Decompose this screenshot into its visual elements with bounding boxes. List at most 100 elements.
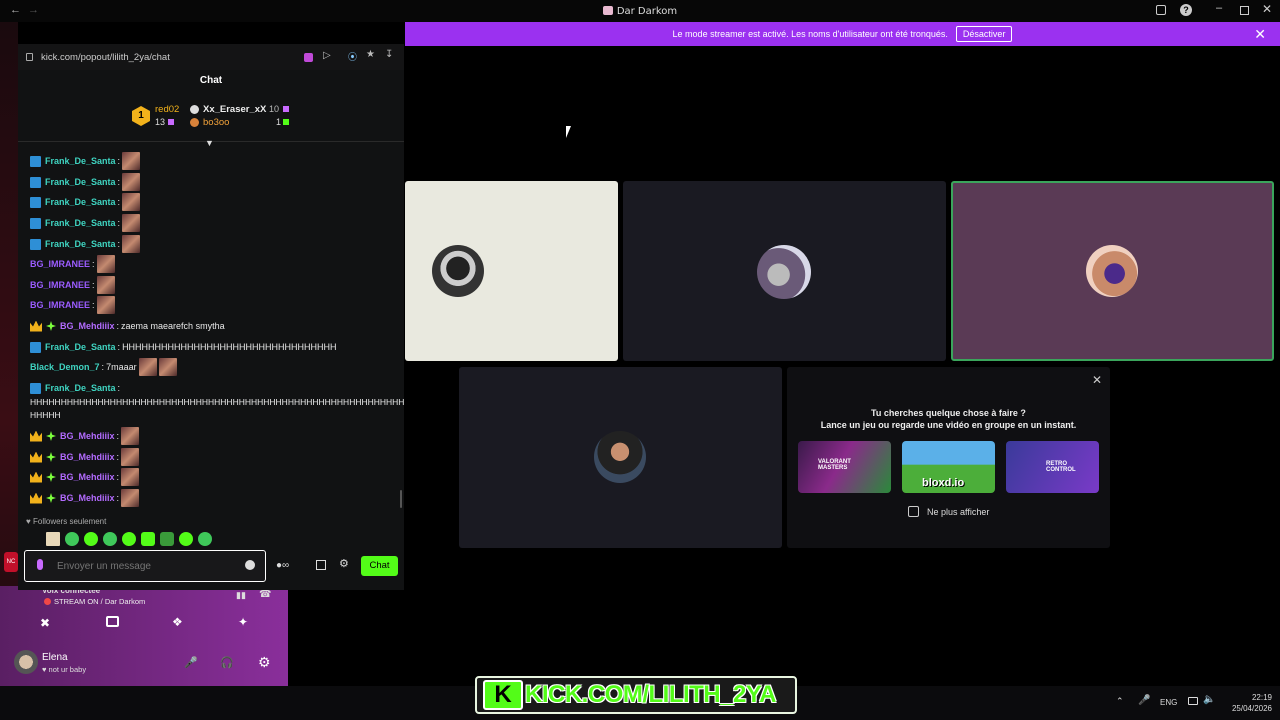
disconnect-icon[interactable]: ☎ <box>259 589 271 600</box>
dont-show-checkbox[interactable] <box>908 506 919 517</box>
message-input[interactable] <box>57 557 237 575</box>
participant-avatar <box>594 431 646 483</box>
chat-username[interactable]: BG_Mehdiiix <box>60 493 115 503</box>
chat-username[interactable]: BG_Mehdiiix <box>60 472 115 482</box>
user-name: Elena <box>42 652 68 663</box>
clock[interactable]: 22:19 25/04/2026 <box>1222 692 1272 714</box>
video-off-icon[interactable]: ✖ <box>40 616 50 630</box>
chat-username[interactable]: BG_Mehdiiix <box>60 321 115 331</box>
language-indicator[interactable]: ENG <box>1160 698 1177 707</box>
leaderboard-second-count: 10 <box>269 104 280 114</box>
activity-panel: ✕ Tu cherches quelque chose à faire ? La… <box>787 367 1110 548</box>
chat-message: BG_Mehdiiix: <box>30 427 140 445</box>
chat-username[interactable]: BG_IMRANEE <box>30 300 90 310</box>
emote-icon <box>96 296 115 314</box>
network-icon[interactable] <box>1188 697 1198 705</box>
maximize-icon[interactable] <box>1240 6 1249 15</box>
screen-share-icon[interactable] <box>106 616 119 627</box>
mic-tray-icon[interactable]: 🎤 <box>1138 695 1150 706</box>
activities-icon[interactable]: ❖ <box>172 615 183 629</box>
kick-logo-icon: K <box>483 680 523 710</box>
voice-channel[interactable]: STREAM ON / Dar Darkom <box>44 597 145 606</box>
game-card-bloxd[interactable]: bloxd.io <box>902 441 995 493</box>
mic-icon[interactable] <box>37 559 43 570</box>
close-activity-icon[interactable]: ✕ <box>1092 373 1102 387</box>
emote-icon[interactable] <box>179 532 193 546</box>
chat-text: HHHHHHHHHHHHHHHHHHHHHHHHHHHHHHHHHHHHHHHH… <box>30 397 404 407</box>
dont-show-row[interactable]: Ne plus afficher <box>908 506 989 517</box>
emote-icon[interactable] <box>103 532 117 546</box>
leaderboard-third-name: bo3oo <box>203 117 230 128</box>
headphones-icon[interactable]: 🎧 <box>220 656 234 669</box>
emote-icon <box>96 255 115 273</box>
address-bar[interactable]: kick.com/popout/lilith_2ya/chat ▷ ⦿ ★ ↧ <box>18 44 404 70</box>
emote-icon <box>122 235 141 253</box>
emote-icon[interactable] <box>141 532 155 546</box>
chat-username[interactable]: BG_Mehdiiix <box>60 431 115 441</box>
close-window-icon[interactable]: ✕ <box>1262 2 1272 16</box>
chevron-up-icon[interactable]: ⌃ <box>1116 696 1124 707</box>
video-tile-3-speaking[interactable] <box>951 181 1274 361</box>
mic-icon[interactable]: 🎤 <box>184 656 198 669</box>
disable-streamer-mode-button[interactable]: Désactiver <box>955 26 1013 42</box>
chat-username[interactable]: BG_IMRANEE <box>30 280 90 290</box>
emote-icon <box>96 276 115 294</box>
chat-username[interactable]: Frank_De_Santa <box>45 342 116 352</box>
minimize-icon[interactable]: – <box>1216 2 1222 14</box>
crown-badge-icon <box>30 430 42 442</box>
chat-username[interactable]: BG_Mehdiiix <box>60 452 115 462</box>
chat-username[interactable]: Frank_De_Santa <box>45 156 116 166</box>
play-icon[interactable]: ▷ <box>323 50 331 61</box>
download-icon[interactable]: ↧ <box>385 49 393 60</box>
shop-icon[interactable] <box>316 560 326 570</box>
emote-icon[interactable] <box>65 532 79 546</box>
chat-username[interactable]: Black_Demon_7 <box>30 362 100 372</box>
chat-username[interactable]: Frank_De_Santa <box>45 177 116 187</box>
inbox-icon[interactable] <box>1156 5 1166 15</box>
emote-icon[interactable] <box>122 532 136 546</box>
help-icon[interactable]: ? <box>1180 4 1192 16</box>
game-card-valorant[interactable]: VALORANT MASTERS <box>798 441 891 493</box>
broadcast-icon[interactable]: ⦿ <box>348 50 357 63</box>
chat-settings-icon[interactable]: ⚙ <box>339 557 349 570</box>
emote-icon <box>122 152 141 170</box>
followers-only-text: Followers seulement <box>32 517 107 526</box>
kick-points-icon[interactable]: ●∞ <box>276 560 289 571</box>
emote-icon[interactable] <box>198 532 212 546</box>
emote-icon[interactable] <box>84 532 98 546</box>
extensions-icon[interactable]: ★ <box>366 49 375 60</box>
chat-scrollbar[interactable] <box>400 490 402 508</box>
window-title: Dar Darkom <box>616 5 678 17</box>
chat-username[interactable]: Frank_De_Santa <box>45 218 116 228</box>
send-chat-button[interactable]: Chat <box>361 556 398 576</box>
followers-only-notice: ♥ Followers seulement <box>26 517 107 526</box>
sparkle-badge-icon <box>46 452 56 462</box>
chat-message: Frank_De_Santa: HHHHHHHHHHHHHHHHHHHHHHHH… <box>30 338 337 356</box>
live-dot-icon <box>44 598 51 605</box>
chat-text: HHHHHHHHHHHHHHHHHHHHHHHHHHHHHHHHH <box>122 342 337 352</box>
chat-username[interactable]: Frank_De_Santa <box>45 383 116 393</box>
chat-username[interactable]: BG_IMRANEE <box>30 259 90 269</box>
chat-message: Frank_De_Santa: <box>30 235 141 253</box>
emoji-icon[interactable] <box>245 560 255 570</box>
activity-title-line2: Lance un jeu ou regarde une vidéo en gro… <box>820 420 1077 430</box>
settings-gear-icon[interactable]: ⚙ <box>258 654 271 671</box>
game-card-retro[interactable]: RETRO CONTROL <box>1006 441 1099 493</box>
user-avatar[interactable] <box>14 650 38 674</box>
server-icon <box>602 5 613 15</box>
participant-avatar <box>757 245 811 299</box>
close-banner-icon[interactable]: ✕ <box>1254 26 1266 43</box>
emote-icon[interactable] <box>160 532 174 546</box>
video-tile-2[interactable] <box>623 181 946 361</box>
chat-username[interactable]: Frank_De_Santa <box>45 197 116 207</box>
soundboard-icon[interactable]: ✦ <box>238 615 248 629</box>
chat-username[interactable]: Frank_De_Santa <box>45 239 116 249</box>
video-tile-1[interactable] <box>405 181 618 361</box>
volume-icon[interactable]: 🔈 <box>1203 694 1215 705</box>
gift-leaderboard: 1 red02 13 Xx_Eraser_xX 10 bo3oo 1 <box>18 92 404 142</box>
collapse-leaderboard-icon[interactable]: ▼ <box>205 138 214 148</box>
video-tile-4[interactable] <box>459 367 782 548</box>
emote-icon <box>122 214 141 232</box>
message-input-box[interactable] <box>24 550 266 582</box>
emote-icon[interactable] <box>46 532 60 546</box>
